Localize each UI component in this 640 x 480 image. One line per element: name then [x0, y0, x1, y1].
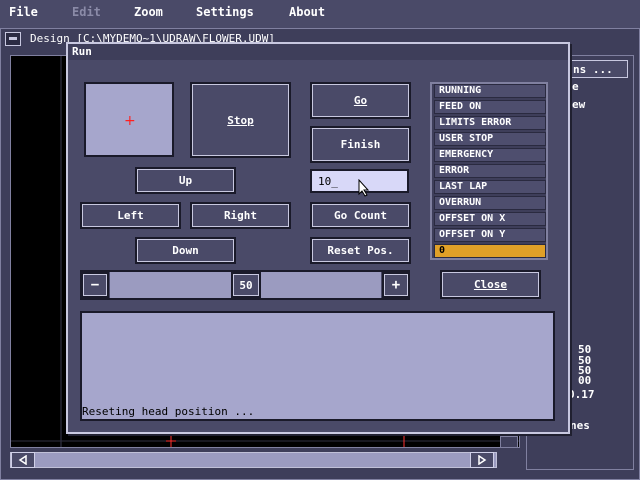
status-indicator: OVERRUN — [434, 196, 546, 210]
left-button[interactable]: Left — [80, 202, 181, 229]
slider-track-right[interactable] — [261, 272, 381, 298]
run-dialog-titlebar[interactable] — [68, 44, 568, 60]
right-panel-item-2: ew — [572, 98, 586, 111]
right-panel-button[interactable]: ns ... — [560, 60, 628, 78]
scroll-corner — [500, 436, 518, 448]
slider-thumb[interactable]: 50 — [231, 272, 261, 298]
menu-bar: File Edit Zoom Settings About — [0, 0, 640, 26]
status-indicator: EMERGENCY — [434, 148, 546, 162]
down-button[interactable]: Down — [135, 237, 236, 264]
window-menu-icon[interactable] — [5, 32, 21, 46]
menu-edit[interactable]: Edit — [72, 5, 101, 19]
go-button-label: Go — [353, 94, 368, 107]
plus-icon: + — [124, 113, 136, 129]
status-indicator: 0 — [434, 244, 546, 258]
count-input-value: 10_ — [318, 175, 338, 188]
slider-track-left[interactable] — [110, 272, 231, 298]
go-count-button-label: Go Count — [334, 209, 387, 222]
right-panel-item-1: e — [572, 80, 579, 93]
stop-button-label: Stop — [227, 113, 254, 127]
close-button-label: Close — [473, 278, 508, 291]
menu-about[interactable]: About — [289, 5, 325, 19]
plus-icon: + — [391, 277, 401, 293]
scroll-right-button[interactable] — [470, 452, 494, 468]
minus-icon: − — [90, 277, 100, 293]
status-indicator: RUNNING — [434, 84, 546, 98]
message-area: Reseting head position ... — [80, 311, 555, 421]
slider-increase-button[interactable]: + — [382, 272, 410, 298]
close-button[interactable]: Close — [440, 270, 541, 299]
slider-value: 50 — [239, 278, 253, 292]
reset-pos-button-label: Reset Pos. — [327, 244, 394, 257]
menu-file[interactable]: File — [9, 5, 38, 19]
scroll-left-button[interactable] — [11, 452, 35, 468]
triangle-left-icon — [18, 455, 27, 465]
mouse-pointer-icon — [358, 179, 370, 197]
up-button[interactable]: Up — [135, 167, 236, 194]
right-button-label: Right — [223, 209, 258, 222]
up-button-label: Up — [178, 174, 193, 187]
right-panel-footer: nes — [570, 419, 590, 432]
status-indicator: OFFSET ON Y — [434, 228, 546, 242]
go-count-button[interactable]: Go Count — [310, 202, 411, 229]
finish-button-label: Finish — [340, 138, 381, 151]
horizontal-scrollbar[interactable] — [10, 452, 497, 468]
reset-pos-button[interactable]: Reset Pos. — [310, 237, 411, 264]
status-indicator: OFFSET ON X — [434, 212, 546, 226]
stop-button[interactable]: Stop — [190, 82, 291, 158]
status-indicator: LIMITS ERROR — [434, 116, 546, 130]
finish-button[interactable]: Finish — [310, 126, 411, 163]
status-indicator: LAST LAP — [434, 180, 546, 194]
menu-zoom[interactable]: Zoom — [134, 5, 163, 19]
right-panel-value: 00 — [578, 374, 592, 387]
run-dialog-title: Run — [72, 45, 92, 58]
menu-settings[interactable]: Settings — [196, 5, 254, 19]
status-indicator: USER STOP — [434, 132, 546, 146]
slider-decrease-button[interactable]: − — [81, 272, 109, 298]
status-indicator: FEED ON — [434, 100, 546, 114]
left-button-label: Left — [117, 209, 144, 222]
go-button[interactable]: Go — [310, 82, 411, 119]
right-panel-value-2: 0.17 — [568, 388, 595, 401]
right-button[interactable]: Right — [190, 202, 291, 229]
right-panel-button-label: ns ... — [573, 63, 613, 76]
triangle-right-icon — [478, 455, 487, 465]
down-button-label: Down — [172, 244, 199, 257]
status-indicator: ERROR — [434, 164, 546, 178]
status-message: Reseting head position ... — [82, 405, 255, 418]
